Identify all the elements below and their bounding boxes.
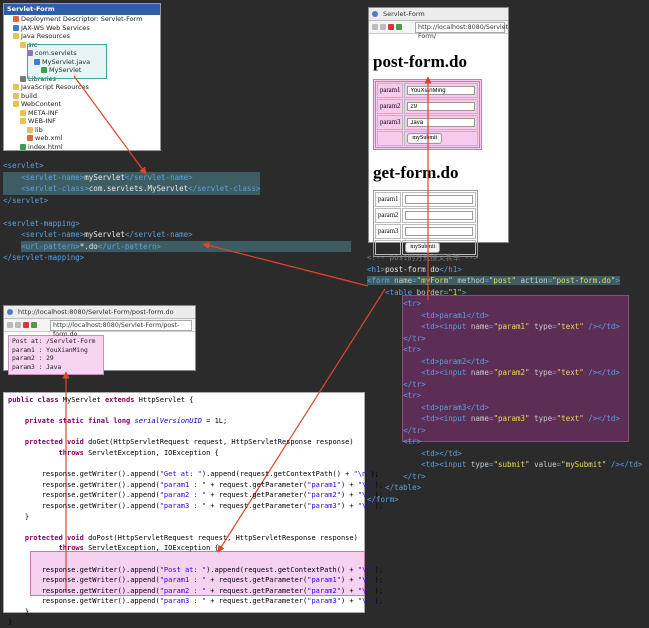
arrow-form-to-pattern	[202, 242, 369, 287]
java-servlet-code: public class MyServlet extends HttpServl…	[3, 392, 383, 626]
arrow-class-to-xml	[73, 75, 147, 175]
